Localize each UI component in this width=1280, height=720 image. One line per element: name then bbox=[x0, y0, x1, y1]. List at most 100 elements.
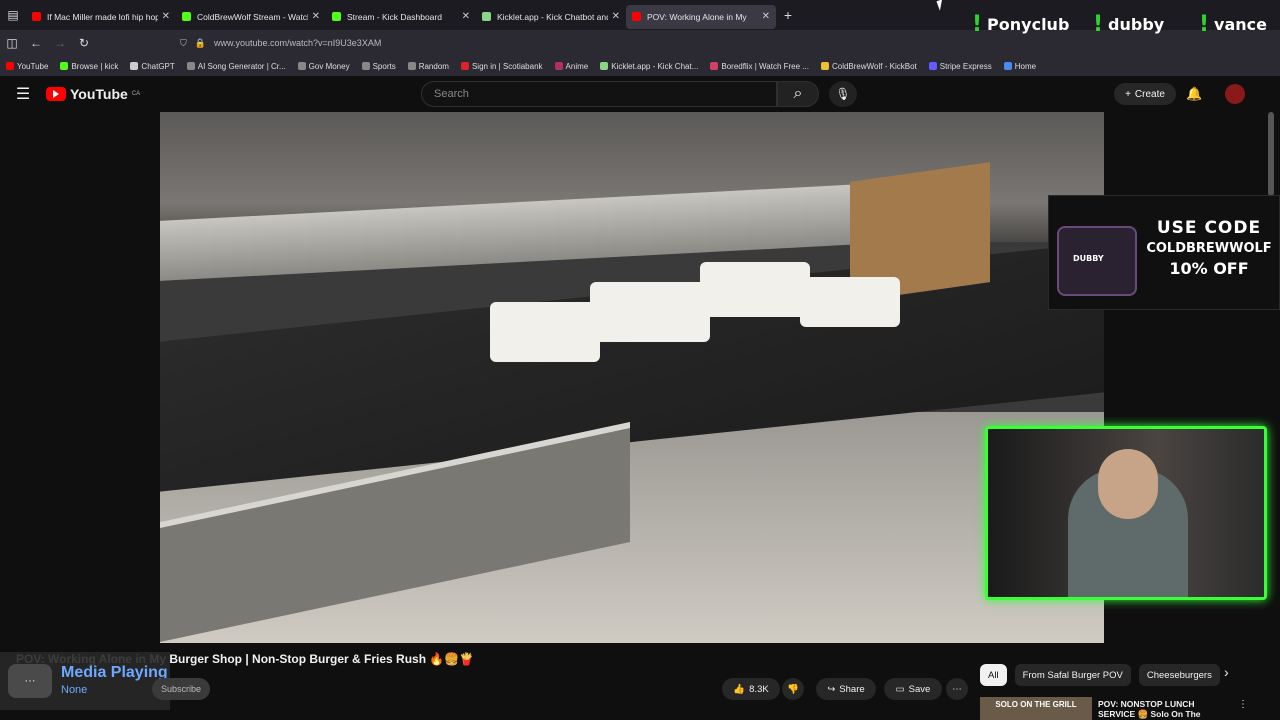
like-button[interactable]: 👍 8.3K bbox=[722, 678, 780, 700]
tab-title: Stream - Kick Dashboard bbox=[347, 11, 442, 22]
tab-list-icon[interactable]: ▤ bbox=[0, 0, 26, 30]
address-bar-row: ◫ ← → ↻ ⛉ 🔒 www.youtube.com/watch?v=nI9U… bbox=[0, 30, 1280, 56]
bookmark-label: Browse | kick bbox=[71, 61, 119, 71]
energy-drink-can-image: DUBBY bbox=[1057, 226, 1137, 296]
bookmark-label: ChatGPT bbox=[141, 61, 175, 71]
plus-icon: + bbox=[1125, 88, 1131, 100]
bookmark-favicon-icon bbox=[554, 62, 563, 70]
more-actions-button[interactable]: ⋯ bbox=[946, 678, 968, 700]
chip-all[interactable]: All bbox=[980, 664, 1007, 686]
browser-tab[interactable]: If Mac Miller made lofi hip hop ✕ bbox=[26, 5, 176, 29]
bookmark-label: ColdBrewWolf - KickBot bbox=[831, 61, 917, 71]
bookmark-item[interactable]: AI Song Generator | Cr... bbox=[186, 62, 286, 71]
chip-from-channel[interactable]: From Safal Burger POV bbox=[1014, 664, 1131, 686]
menu-icon[interactable]: ☰ bbox=[0, 84, 46, 104]
close-tab-icon[interactable]: ✕ bbox=[612, 11, 620, 22]
bookmark-item[interactable]: Boredflix | Watch Free ... bbox=[710, 62, 809, 71]
search-button[interactable]: ⌕ bbox=[777, 81, 819, 107]
bookmark-item[interactable]: Browse | kick bbox=[60, 62, 118, 71]
browser-tab[interactable]: Kicklet.app - Kick Chatbot and C ✕ bbox=[476, 5, 626, 29]
bookmark-item[interactable]: Gov Money bbox=[297, 61, 350, 71]
reload-icon[interactable]: ↻ bbox=[72, 36, 96, 50]
bookmark-favicon-icon bbox=[186, 62, 195, 70]
chip-cheeseburgers[interactable]: Cheeseburgers bbox=[1138, 664, 1220, 686]
sidebar-toggle-icon[interactable]: ◫ bbox=[0, 36, 24, 50]
bookmark-favicon-icon bbox=[460, 62, 469, 70]
recommended-video-thumbnail[interactable]: SOLO ON THE GRILL bbox=[980, 697, 1092, 720]
media-playing-overlay: ··· Media Playing None bbox=[0, 652, 170, 710]
search-input[interactable]: Search bbox=[421, 81, 777, 107]
microphone-icon[interactable]: 🎙 bbox=[829, 81, 857, 107]
alert-name: vance bbox=[1214, 15, 1267, 34]
bookmark-favicon-icon bbox=[407, 62, 416, 70]
video-player[interactable] bbox=[160, 112, 1104, 643]
subscribe-label: Subscribe bbox=[160, 684, 202, 694]
thumbs-down-icon: 👎 bbox=[787, 683, 799, 695]
bookmark-favicon-icon bbox=[130, 62, 139, 70]
bookmark-favicon-icon bbox=[820, 62, 829, 70]
bookmark-item[interactable]: Random bbox=[407, 62, 449, 71]
alert-badge: ! vance bbox=[1199, 12, 1267, 37]
ad-line-2: COLDBREWWOLF bbox=[1146, 241, 1272, 256]
bookmark-label: Sign in | Scotiabank bbox=[471, 61, 543, 71]
bookmark-item[interactable]: Home bbox=[1003, 62, 1036, 71]
share-button[interactable]: ↪ Share bbox=[816, 678, 876, 700]
bookmark-favicon-icon bbox=[1003, 62, 1012, 70]
close-tab-icon[interactable]: ✕ bbox=[162, 11, 170, 22]
browser-tab-bar: ▤ If Mac Miller made lofi hip hop ✕ ColdB… bbox=[0, 0, 1280, 30]
bookmark-icon: ▭ bbox=[895, 683, 905, 695]
chip-label: Cheeseburgers bbox=[1146, 669, 1212, 681]
logo-text: YouTube bbox=[70, 86, 128, 102]
browser-tab[interactable]: Stream - Kick Dashboard ✕ bbox=[326, 5, 476, 29]
streamer-webcam bbox=[985, 426, 1267, 600]
bookmark-item[interactable]: ChatGPT bbox=[130, 61, 175, 71]
bookmark-item[interactable]: Anime bbox=[554, 62, 588, 71]
subscribe-button[interactable]: Subscribe bbox=[152, 678, 210, 700]
back-icon[interactable]: ← bbox=[24, 36, 48, 50]
ad-line-1: USE CODE bbox=[1156, 218, 1262, 238]
bookmark-item[interactable]: YouTube bbox=[6, 62, 48, 71]
ad-line-3: 10% OFF bbox=[1169, 259, 1249, 278]
tab-title: If Mac Miller made lofi hip hop bbox=[47, 11, 158, 22]
page-scrollbar[interactable] bbox=[1268, 112, 1274, 196]
can-label: DUBBY bbox=[1073, 254, 1104, 263]
bookmark-label: Kicklet.app - Kick Chat... bbox=[611, 61, 699, 71]
tab-title: POV: Working Alone in My bbox=[647, 11, 747, 22]
save-button[interactable]: ▭ Save bbox=[884, 678, 942, 700]
bookmark-item[interactable]: Kicklet.app - Kick Chat... bbox=[600, 62, 698, 71]
create-button[interactable]: + Create bbox=[1114, 83, 1176, 105]
like-count: 8.3K bbox=[749, 683, 769, 695]
bookmark-label: Boredflix | Watch Free ... bbox=[721, 61, 809, 71]
region-label: CA bbox=[131, 91, 141, 97]
bookmark-label: Gov Money bbox=[308, 61, 350, 71]
close-tab-icon[interactable]: ✕ bbox=[462, 11, 470, 22]
bookmark-favicon-icon bbox=[928, 62, 937, 70]
youtube-logo[interactable]: YouTube CA bbox=[46, 86, 140, 102]
more-vert-icon[interactable]: ⋮ bbox=[1238, 699, 1248, 710]
tab-favicon-icon bbox=[182, 12, 191, 21]
bookmark-item[interactable]: Sign in | Scotiabank bbox=[460, 61, 543, 71]
chip-label: All bbox=[988, 669, 999, 681]
browser-tab-active[interactable]: POV: Working Alone in My ✕ bbox=[626, 4, 776, 29]
bookmark-item[interactable]: Sports bbox=[361, 61, 396, 71]
new-tab-icon[interactable]: + bbox=[776, 7, 800, 23]
bookmark-item[interactable]: ColdBrewWolf - KickBot bbox=[820, 61, 917, 71]
create-label: Create bbox=[1134, 88, 1165, 100]
address-field[interactable]: ⛉ 🔒 www.youtube.com/watch?v=nI9U3e3XAM bbox=[180, 38, 381, 49]
bookmark-label: Stripe Express bbox=[939, 61, 992, 71]
exclamation-icon: ! bbox=[1093, 12, 1104, 37]
dislike-button[interactable]: 👎 bbox=[782, 678, 804, 700]
bookmark-label: Sports bbox=[372, 61, 396, 71]
close-tab-icon[interactable]: ✕ bbox=[762, 11, 770, 22]
bookmark-item[interactable]: Stripe Express bbox=[928, 61, 992, 71]
save-label: Save bbox=[908, 683, 931, 695]
alert-name: dubby bbox=[1108, 15, 1165, 34]
notifications-icon[interactable]: 🔔 bbox=[1186, 86, 1202, 102]
avatar[interactable] bbox=[1225, 84, 1245, 104]
browser-tab[interactable]: ColdBrewWolf Stream - Watch L ✕ bbox=[176, 5, 326, 29]
recommended-video-title[interactable]: POV: NONSTOP LUNCH SERVICE 🍔 Solo On The bbox=[1098, 699, 1228, 720]
share-label: Share bbox=[839, 683, 865, 695]
forward-icon[interactable]: → bbox=[48, 36, 72, 50]
chevron-right-icon[interactable]: › bbox=[1224, 664, 1229, 680]
close-tab-icon[interactable]: ✕ bbox=[312, 11, 320, 22]
